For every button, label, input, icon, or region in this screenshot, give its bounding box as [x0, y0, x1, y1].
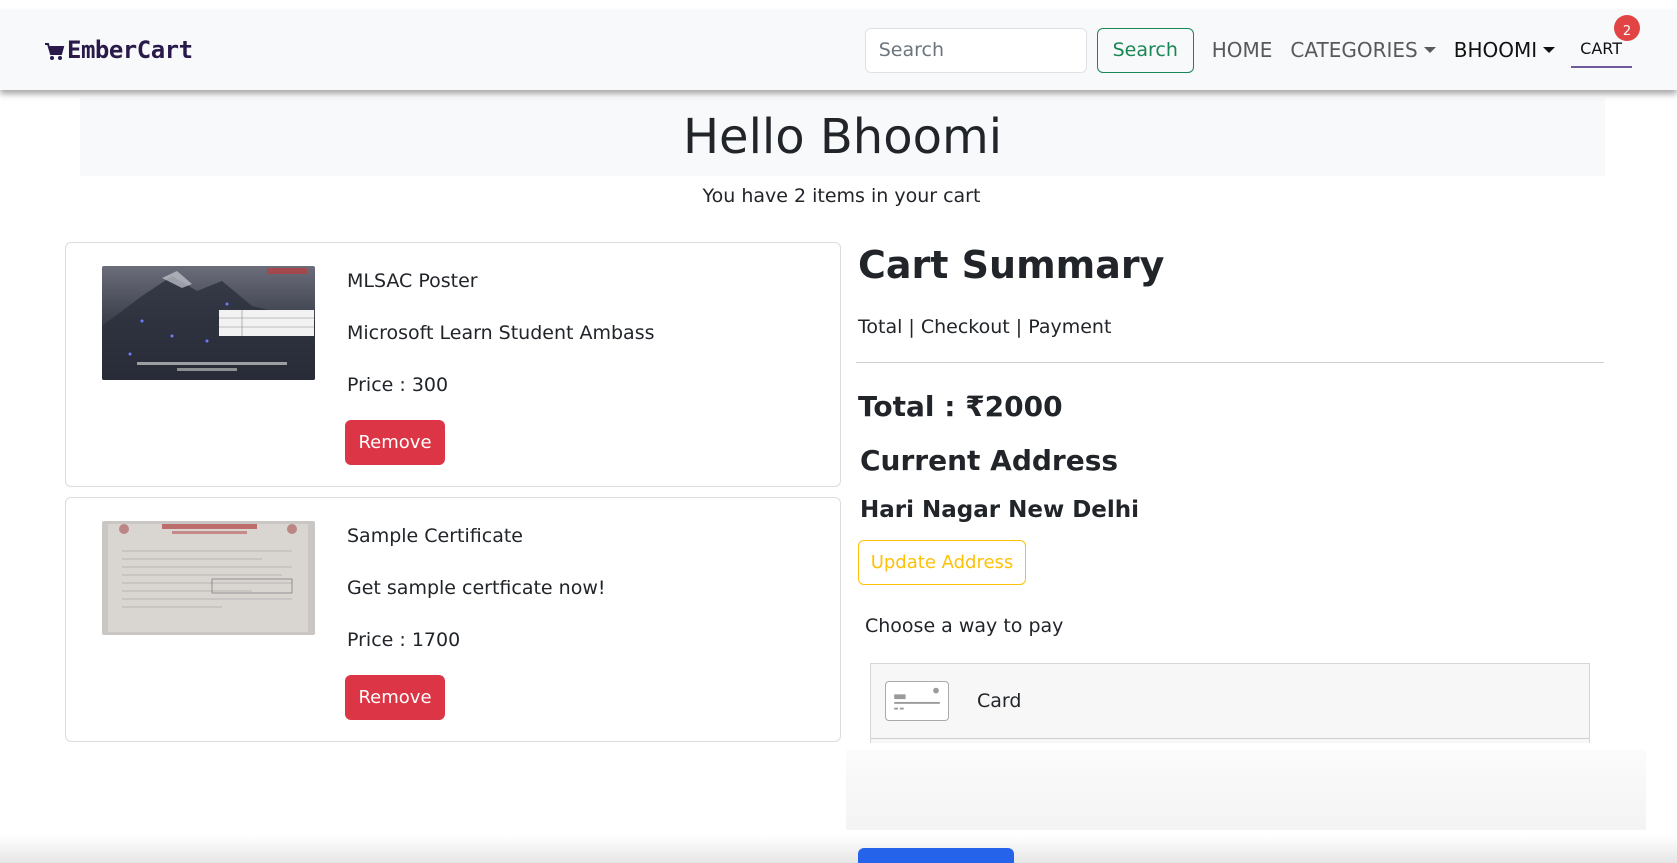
update-address-button[interactable]: Update Address — [858, 540, 1026, 585]
address-value: Hari Nagar New Delhi — [860, 497, 1140, 523]
divider — [856, 362, 1604, 363]
caret-down-icon — [1423, 47, 1436, 53]
nav-categories-dropdown[interactable]: CATEGORIES — [1290, 38, 1436, 62]
page-bottom-fade — [0, 835, 1677, 863]
nav-right: Search HOME CATEGORIES BHOOMI CART 2 — [864, 10, 1640, 90]
nav-user-label: BHOOMI — [1453, 38, 1538, 62]
cart-item-count-text: You have 2 items in your cart — [702, 185, 981, 207]
nav-cart-label: CART — [1580, 38, 1622, 58]
product-image-certificate — [102, 521, 315, 635]
payment-options: Card — [870, 663, 1590, 743]
hero-banner: Hello Bhoomi — [80, 98, 1605, 176]
payment-panel-overflow — [846, 750, 1646, 830]
cart-item-card: Sample Certificate Get sample certficate… — [65, 497, 841, 742]
page-title: Hello Bhoomi — [682, 109, 1003, 165]
summary-steps: Total | Checkout | Payment — [858, 316, 1112, 338]
nav-home-label: HOME — [1211, 38, 1273, 62]
search-input[interactable] — [864, 27, 1087, 73]
pay-button[interactable] — [858, 848, 1014, 863]
brand-name: EmberCart — [67, 36, 193, 64]
caret-down-icon — [1543, 47, 1556, 53]
brand-logo[interactable]: EmberCart — [45, 36, 193, 64]
cart-count-badge: 2 — [1614, 14, 1640, 41]
item-name: MLSAC Poster — [347, 270, 478, 292]
item-description: Microsoft Learn Student Ambass — [347, 322, 655, 344]
nav-categories-label: CATEGORIES — [1290, 38, 1418, 62]
navbar: EmberCart Search HOME CATEGORIES BHOOMI … — [0, 10, 1677, 90]
address-heading: Current Address — [860, 444, 1119, 477]
cart-icon — [45, 43, 65, 60]
item-price: Price : 1700 — [347, 629, 461, 651]
search-button[interactable]: Search — [1096, 27, 1194, 73]
payment-option-label: Card — [977, 690, 1022, 712]
nav-cart[interactable]: CART 2 — [1571, 14, 1640, 68]
product-image-poster — [102, 266, 315, 380]
remove-button[interactable]: Remove — [345, 675, 445, 720]
cart-total: Total : ₹2000 — [858, 390, 1063, 423]
credit-card-icon — [885, 681, 949, 721]
item-description: Get sample certficate now! — [347, 577, 606, 599]
payment-method-label: Choose a way to pay — [865, 615, 1064, 637]
payment-option-card[interactable]: Card — [871, 664, 1589, 739]
nav-home[interactable]: HOME — [1212, 38, 1273, 62]
item-price: Price : 300 — [347, 374, 449, 396]
nav-user-dropdown[interactable]: BHOOMI — [1453, 38, 1556, 62]
remove-button[interactable]: Remove — [345, 420, 445, 465]
item-name: Sample Certificate — [347, 525, 523, 547]
cart-summary-title: Cart Summary — [858, 243, 1165, 287]
cart-item-card: MLSAC Poster Microsoft Learn Student Amb… — [65, 242, 841, 487]
